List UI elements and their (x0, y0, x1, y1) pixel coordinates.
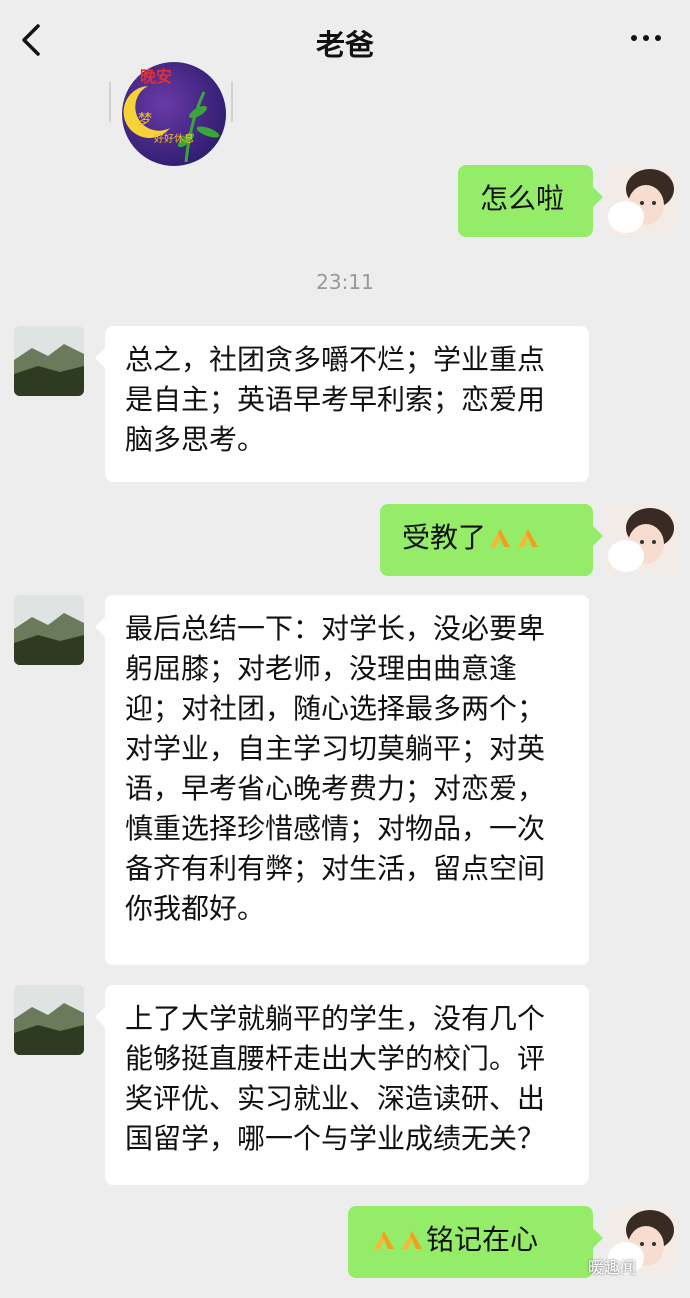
chat-header: 老爸 (0, 0, 690, 82)
folded-hands-icon (402, 1231, 422, 1249)
message-text: 上了大学就躺平的学生，没有几个 能够挺直腰杆走出大学的校门。评 奖评优、实习就业… (125, 1002, 546, 1155)
message-bubble-outgoing[interactable]: 受教了 (380, 504, 603, 576)
message-text: 铭记在心 (426, 1223, 539, 1256)
message-text: 受教了 (402, 521, 487, 554)
more-dots-icon (631, 35, 637, 41)
message-bubble-incoming[interactable]: 总之，社团贪多嚼不烂；学业重点 是自主；英语早考早利索；恋爱用 脑多思考。 (95, 326, 589, 482)
dad-avatar[interactable] (14, 326, 84, 396)
message-text: 总之，社团贪多嚼不烂；学业重点 是自主；英语早考早利索；恋爱用 脑多思考。 (125, 343, 546, 456)
message-bubble-incoming[interactable]: 最后总结一下：对学长，没必要卑 躬屈膝；对老师，没理由曲意逢 迎；对社团，随心选… (95, 595, 589, 965)
watermark: 暖趣闻 (588, 1258, 637, 1277)
message-bubble-outgoing[interactable]: 铭记在心 (348, 1206, 603, 1278)
more-button[interactable] (628, 26, 668, 56)
dad-avatar[interactable] (14, 595, 84, 665)
dad-avatar[interactable] (14, 985, 84, 1055)
message-bubble-incoming[interactable]: 上了大学就躺平的学生，没有几个 能够挺直腰杆走出大学的校门。评 奖评优、实习就业… (95, 985, 589, 1185)
folded-hands-icon (518, 529, 539, 547)
sticker-image[interactable]: 晚安 好好休息 梦 (108, 62, 236, 170)
my-avatar[interactable] (606, 165, 676, 235)
sticker-text-3: 梦 (138, 112, 152, 128)
message-text: 怎么啦 (480, 182, 565, 215)
folded-hands-icon (374, 1231, 394, 1249)
sticker-text-2: 好好休息 (154, 132, 194, 145)
my-avatar[interactable] (606, 504, 676, 574)
message-text: 最后总结一下：对学长，没必要卑 躬屈膝；对老师，没理由曲意逢 迎；对社团，随心选… (125, 612, 546, 925)
folded-hands-icon (490, 529, 511, 547)
chat-title: 老爸 (315, 28, 374, 62)
timestamp: 23:11 (316, 270, 374, 294)
message-bubble-outgoing[interactable]: 怎么啦 (458, 165, 603, 237)
sticker-text-1: 晚安 (140, 67, 172, 86)
